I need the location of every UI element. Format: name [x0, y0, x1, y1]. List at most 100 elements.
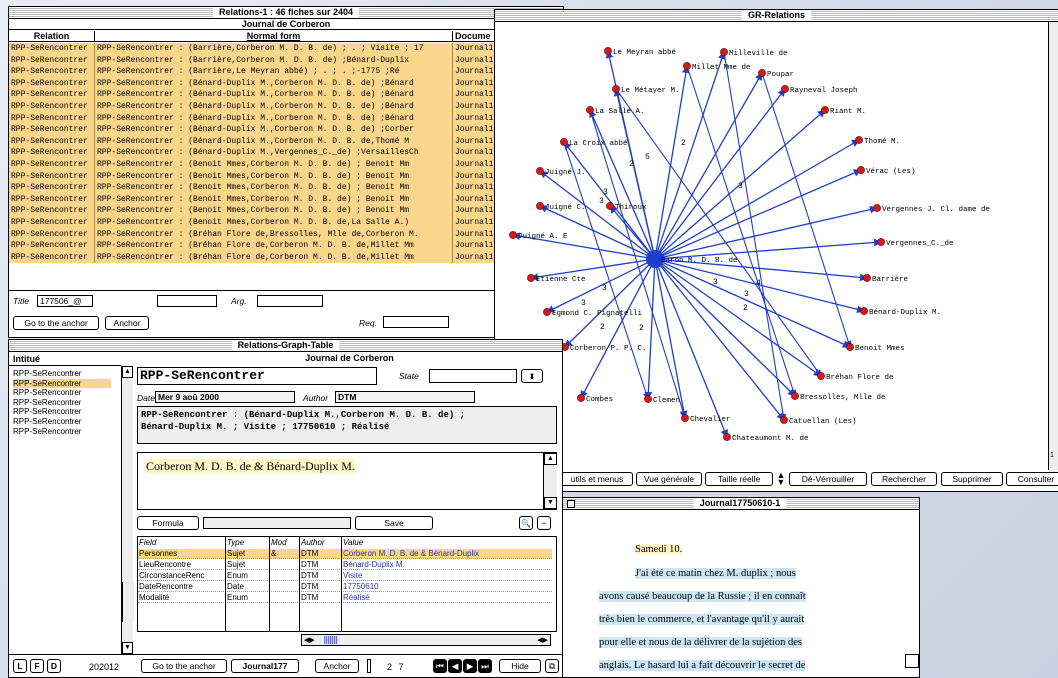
graph-edge[interactable] [723, 51, 787, 421]
graph-edge[interactable] [615, 88, 822, 377]
graph-node[interactable] [606, 202, 614, 210]
grid-header-author[interactable]: Author [301, 538, 341, 548]
graph-edge[interactable] [654, 258, 796, 397]
grid-header-value[interactable]: Value [343, 538, 549, 548]
table-row[interactable]: RPP-SeRencontrer RPP-SeRencontrer : (Bréh… [9, 228, 563, 241]
graph-vertical-scrollbar[interactable] [1048, 22, 1058, 470]
list-scroll-up-icon[interactable]: ▲ [122, 366, 133, 378]
list-item[interactable]: RPP-SeRencontrer [13, 388, 111, 398]
grid-header-type[interactable]: Type [227, 538, 269, 548]
graph-node[interactable] [873, 204, 881, 212]
graph-edge[interactable] [644, 258, 656, 400]
table-row[interactable]: RPP-SeRencontrer RPP-SeRencontrer : (Béna… [9, 124, 563, 136]
l-button[interactable]: L [13, 659, 27, 673]
first-record-icon[interactable]: ⏮ [433, 659, 447, 673]
table-row[interactable]: RPP-SeRencontrer RPP-SeRencontrer : (Bréh… [9, 251, 563, 264]
grid-scroll-right-icon[interactable]: ◀▶ [537, 636, 548, 644]
graph-node[interactable] [863, 274, 871, 282]
table-row[interactable]: RPP-SeRencontrer RPP-SeRencontrer : (Beno… [9, 182, 563, 194]
graph-node[interactable] [543, 308, 551, 316]
graph-node[interactable] [821, 106, 829, 114]
graph-node[interactable] [509, 231, 517, 239]
tool-unlock-button[interactable]: Dé-Vérrouiller [789, 472, 867, 486]
table-row[interactable]: RPP-SeRencontrer RPP-SeRencontrer : (Béna… [9, 89, 563, 101]
column-header-relation[interactable]: Relation [9, 31, 95, 42]
zoom-stepper-icon[interactable]: ▲ ▼ [776, 471, 786, 487]
graph-node[interactable] [758, 69, 766, 77]
table-title-bar[interactable]: Relations-Graph-Table [9, 340, 562, 352]
table-row[interactable]: RPP-SeRencontrer RPP-SeRencontrer : (Beno… [9, 159, 563, 171]
list-item[interactable]: RPP-SeRencontrer [13, 407, 111, 417]
list-scroll-down-icon[interactable]: ▼ [122, 642, 133, 654]
graph-edge[interactable] [654, 258, 851, 348]
resize-box-icon[interactable] [905, 654, 919, 668]
resize-icon[interactable]: ⧉ [545, 659, 559, 673]
relations-graph-canvas[interactable]: 25332333224323Baron M. D. B. deLe Meyran… [495, 22, 1058, 482]
prev-record-icon[interactable]: ◀ [448, 659, 462, 673]
save-button[interactable]: Save [355, 516, 433, 530]
list-item[interactable]: RPP-SeRencontrer [13, 398, 111, 408]
graph-node[interactable] [604, 47, 612, 55]
bottom-go-to-anchor-button[interactable]: Go to the anchor [141, 659, 227, 673]
graph-node[interactable] [855, 136, 863, 144]
arg-field[interactable] [257, 295, 323, 307]
table-row[interactable]: RPP-SeRencontrer RPP-SeRencontrer : (Béna… [9, 135, 563, 148]
graph-node[interactable] [527, 274, 535, 282]
graph-node[interactable] [681, 414, 689, 422]
graph-node[interactable] [781, 85, 789, 93]
table-row[interactable]: RPP-SeRencontrer RPP-SeRencontrer : (Béna… [9, 112, 563, 125]
graph-edge[interactable] [654, 139, 860, 260]
graph-edge[interactable] [564, 258, 656, 348]
grid-hscroll[interactable]: ◀▶ ◀▶ [301, 634, 551, 646]
tool-utils-menus-button[interactable]: utils et menus [561, 472, 633, 486]
graph-edge[interactable] [654, 258, 785, 421]
graph-node[interactable] [577, 394, 585, 402]
close-box-icon[interactable] [567, 500, 575, 508]
graph-edge[interactable] [589, 109, 656, 260]
graph-node[interactable] [720, 48, 728, 56]
tool-real-size-button[interactable]: Taille réelle [705, 472, 773, 486]
graph-node[interactable] [644, 395, 652, 403]
graph-node[interactable] [536, 167, 544, 175]
text-scrollbar[interactable]: ▲ ▼ [543, 453, 557, 509]
grid-scroll-left-icon[interactable]: ◀▶ [304, 636, 315, 644]
graph-node[interactable] [791, 392, 799, 400]
minus-icon[interactable]: − [537, 516, 551, 530]
magnifier-icon[interactable]: 🔍 [519, 516, 533, 530]
graph-title-bar[interactable]: GR-Relations [495, 10, 1058, 22]
relation-name-field[interactable]: RPP-SeRencontrer [137, 367, 377, 385]
graph-edge[interactable] [654, 258, 822, 377]
tool-general-view-button[interactable]: Vue générale [636, 472, 702, 486]
state-dropdown-icon[interactable]: ⬍ [521, 369, 543, 383]
graph-node[interactable] [860, 307, 868, 315]
document-title-bar[interactable]: Journal17750610-1 [561, 498, 919, 510]
anchor-button[interactable]: Anchor [105, 316, 149, 330]
graph-node[interactable] [877, 238, 885, 246]
table-row[interactable]: RPP-SeRencontrer RPP-SeRencontrer : (Béna… [9, 147, 563, 159]
formula-field[interactable] [203, 517, 351, 529]
title-field[interactable]: 177506_@ [37, 295, 93, 307]
table-row[interactable]: RPP-SeRencontrer RPP-SeRencontrer : (Barr… [9, 54, 563, 67]
list-item[interactable]: RPP-SeRencontrer [13, 378, 111, 389]
table-row[interactable]: RPP-SeRencontrer RPP-SeRencontrer : (Beno… [9, 217, 563, 229]
list-item[interactable]: RPP-SeRencontrer [13, 427, 111, 437]
grid-vscroll[interactable] [122, 582, 134, 622]
grid-header-mod[interactable]: Mod [271, 538, 299, 548]
graph-node[interactable] [536, 202, 544, 210]
graph-node[interactable] [683, 62, 691, 70]
f-button[interactable]: F [30, 659, 44, 673]
text-scroll-up-icon[interactable]: ▲ [544, 453, 557, 465]
graph-node[interactable] [857, 166, 865, 174]
table-row[interactable]: RPP-SeRencontrer RPP-SeRencontrer : (Beno… [9, 205, 563, 217]
table-row[interactable]: RPP-SeRencontrer RPP-SeRencontrer : (Bréh… [9, 240, 563, 252]
table-row[interactable]: RPP-SeRencontrer RPP-SeRencontrer : (Beno… [9, 170, 563, 183]
list-item[interactable]: RPP-SeRencontrer [13, 417, 111, 427]
last-record-icon[interactable]: ⏭ [478, 659, 492, 673]
formula-button[interactable]: Formula [137, 516, 199, 530]
state-field[interactable] [429, 369, 517, 383]
graph-node[interactable] [780, 416, 788, 424]
grid-scroll-thumb[interactable] [324, 636, 338, 644]
relation-text-area[interactable]: Corberon M. D. B. de & Bénard-Duplix M. … [137, 452, 557, 510]
graph-node[interactable] [586, 106, 594, 114]
date-field[interactable]: Mer 9 aoû 2000 [155, 391, 295, 403]
